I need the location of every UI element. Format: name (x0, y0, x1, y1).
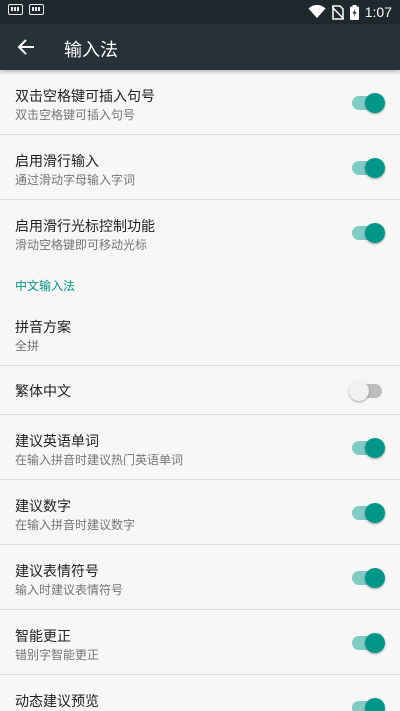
setting-title: 双击空格键可插入句号 (15, 89, 155, 105)
setting-suggest-numbers[interactable]: 建议数字 在输入拼音时建议数字 (0, 480, 400, 545)
setting-title: 启用滑行光标控制功能 (15, 219, 155, 235)
settings-list: 双击空格键可插入句号 双击空格键可插入句号 启用滑行输入 通过滑动字母输入字词 … (0, 70, 400, 711)
setting-subtitle: 通过滑动字母输入字词 (15, 173, 136, 187)
status-right-icons: 1:07 (308, 0, 392, 24)
toggle-switch[interactable] (352, 568, 385, 588)
setting-title: 建议英语单词 (15, 434, 99, 450)
arrow-back-icon (17, 39, 34, 55)
toggle-switch[interactable] (352, 93, 385, 113)
toggle-switch[interactable] (352, 698, 385, 711)
no-sim-icon (331, 4, 344, 20)
back-button[interactable] (10, 31, 42, 63)
toggle-switch[interactable] (352, 438, 385, 458)
section-chinese-input: 中文输入法 (0, 265, 400, 301)
setting-traditional-chinese[interactable]: 繁体中文 (0, 366, 400, 415)
setting-pinyin-scheme[interactable]: 拼音方案 全拼 (0, 301, 400, 366)
setting-title: 动态建议预览 (15, 694, 99, 710)
wifi-icon (308, 5, 326, 18)
status-left-icons (8, 4, 44, 15)
setting-suggest-emoji[interactable]: 建议表情符号 输入时建议表情符号 (0, 545, 400, 610)
setting-suggest-english[interactable]: 建议英语单词 在输入拼音时建议热门英语单词 (0, 415, 400, 480)
setting-title: 繁体中文 (15, 384, 71, 400)
keyboard-icon (8, 4, 23, 15)
setting-title: 拼音方案 (15, 320, 71, 336)
setting-title: 启用滑行输入 (15, 154, 99, 170)
toggle-switch[interactable] (352, 158, 385, 178)
toggle-switch[interactable] (352, 633, 385, 653)
toggle-switch[interactable] (349, 381, 382, 401)
app-bar: 输入法 (0, 24, 400, 70)
toggle-switch[interactable] (352, 503, 385, 523)
status-bar: 1:07 (0, 0, 400, 24)
setting-subtitle: 双击空格键可插入句号 (15, 108, 136, 122)
section-header: 中文输入法 (15, 279, 76, 293)
setting-gesture-typing[interactable]: 启用滑行输入 通过滑动字母输入字词 (0, 135, 400, 200)
keyboard-icon (29, 4, 44, 15)
setting-double-space-period[interactable]: 双击空格键可插入句号 双击空格键可插入句号 (0, 70, 400, 135)
setting-subtitle: 输入时建议表情符号 (15, 583, 124, 597)
setting-subtitle: 在输入拼音时建议数字 (15, 518, 136, 532)
setting-title: 建议表情符号 (15, 564, 99, 580)
setting-subtitle: 滑动空格键即可移动光标 (15, 238, 148, 252)
setting-value: 全拼 (15, 339, 40, 353)
setting-subtitle: 错别字智能更正 (15, 648, 100, 662)
status-time: 1:07 (364, 4, 392, 20)
battery-charging-icon (349, 4, 359, 20)
setting-title: 智能更正 (15, 629, 71, 645)
setting-title: 建议数字 (15, 499, 71, 515)
toggle-switch[interactable] (352, 223, 385, 243)
page-title: 输入法 (64, 40, 118, 61)
setting-subtitle: 在输入拼音时建议热门英语单词 (15, 453, 184, 467)
setting-gesture-cursor[interactable]: 启用滑行光标控制功能 滑动空格键即可移动光标 (0, 200, 400, 265)
setting-smart-correction[interactable]: 智能更正 错别字智能更正 (0, 610, 400, 675)
setting-dynamic-preview[interactable]: 动态建议预览 (0, 675, 400, 711)
